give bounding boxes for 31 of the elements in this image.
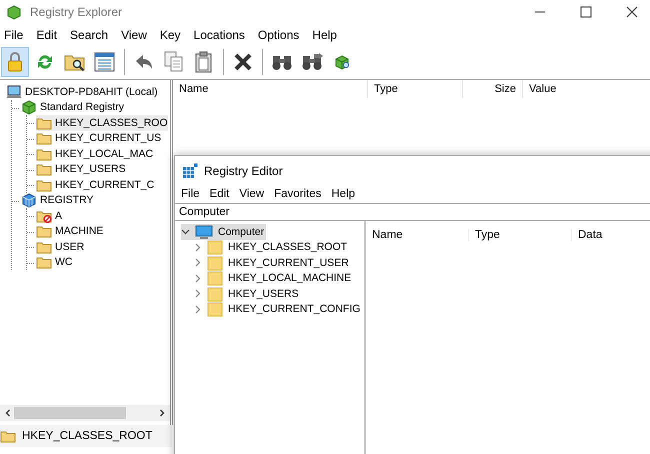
tree-item[interactable]: DESKTOP-PD8AHIT (Local) (6, 84, 158, 100)
tree-item[interactable]: Computer (181, 224, 266, 240)
menu-item[interactable]: File (181, 188, 200, 200)
menu-item[interactable]: Favorites (274, 188, 322, 200)
menu-item[interactable]: Search (70, 28, 108, 42)
menu-item[interactable]: Edit (36, 28, 58, 42)
menu-item[interactable]: Locations (194, 28, 245, 42)
address-field[interactable]: Computer (175, 203, 650, 221)
menu-item[interactable]: Key (160, 28, 181, 42)
tree-item[interactable]: HKEY_LOCAL_MACHINE (193, 270, 354, 286)
tree-item[interactable]: HKEY_CURRENT_USER (193, 255, 351, 270)
column-header[interactable]: Type (368, 80, 463, 98)
menu-item[interactable]: View (239, 188, 264, 200)
column-header[interactable]: Name (173, 80, 368, 98)
menu-item[interactable]: File (4, 28, 24, 42)
column-header[interactable]: Name (366, 229, 469, 241)
tree-item[interactable]: HKEY_CLASSES_ROOT (193, 240, 350, 255)
column-header[interactable]: Type (469, 229, 572, 241)
window-title: Registry Editor (204, 164, 283, 178)
menu-item[interactable]: View (121, 28, 147, 42)
column-header[interactable]: Value (523, 80, 562, 98)
tree-item[interactable]: HKEY_USERS (193, 286, 301, 302)
menu-item[interactable]: Help (331, 188, 356, 200)
window-title: Registry Explorer (30, 5, 122, 19)
column-header[interactable]: Data (572, 229, 650, 241)
menu-item[interactable]: Options (258, 28, 300, 42)
menu-item[interactable]: Help (312, 28, 337, 42)
column-header[interactable]: Size (463, 80, 523, 98)
tree-item[interactable]: HKEY_CURRENT_CONFIG (193, 302, 362, 317)
status-text: HKEY_CLASSES_ROOT (22, 430, 152, 442)
menu-item[interactable]: Edit (210, 188, 230, 200)
